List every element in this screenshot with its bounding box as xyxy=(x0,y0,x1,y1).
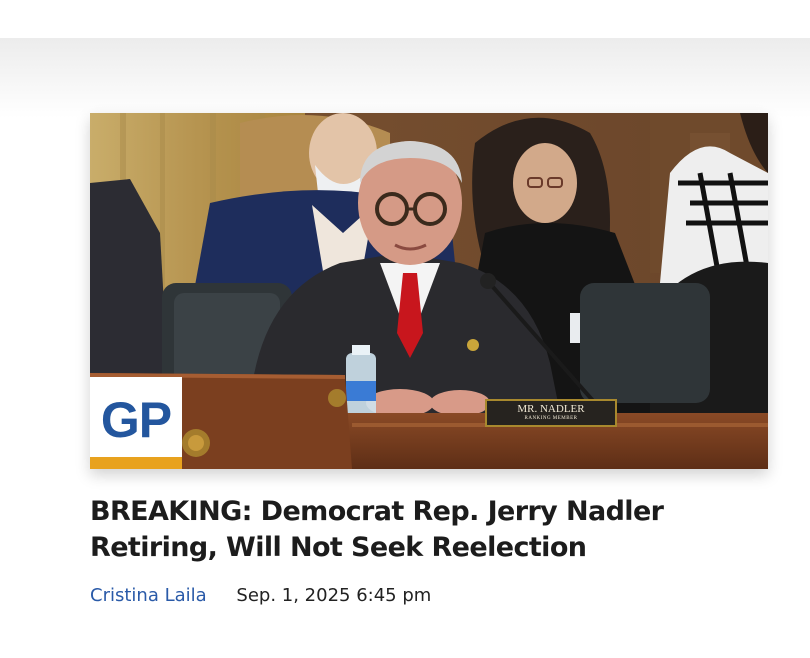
article-image[interactable]: MR. NADLER RANKING MEMBER GP xyxy=(90,113,768,469)
header-shadow xyxy=(0,38,810,118)
nameplate-name: MR. NADLER xyxy=(517,403,585,415)
gp-logo: GP xyxy=(90,377,182,469)
hearing-photo xyxy=(90,113,768,469)
article-meta: Cristina Laila Sep. 1, 2025 6:45 pm xyxy=(90,584,431,608)
publish-date: Sep. 1, 2025 6:45 pm xyxy=(236,585,432,606)
top-bar xyxy=(0,0,810,38)
gp-logo-text: GP xyxy=(100,392,172,448)
gp-logo-accent-bar xyxy=(90,457,182,469)
article-headline[interactable]: BREAKING: Democrat Rep. Jerry Nadler Ret… xyxy=(90,494,770,566)
headline-line-2: Retiring, Will Not Seek Reelection xyxy=(90,532,587,563)
headline-line-1: BREAKING: Democrat Rep. Jerry Nadler xyxy=(90,496,664,527)
author-link[interactable]: Cristina Laila xyxy=(90,585,207,606)
nameplate: MR. NADLER RANKING MEMBER xyxy=(485,399,617,427)
nameplate-role: RANKING MEMBER xyxy=(524,416,578,421)
